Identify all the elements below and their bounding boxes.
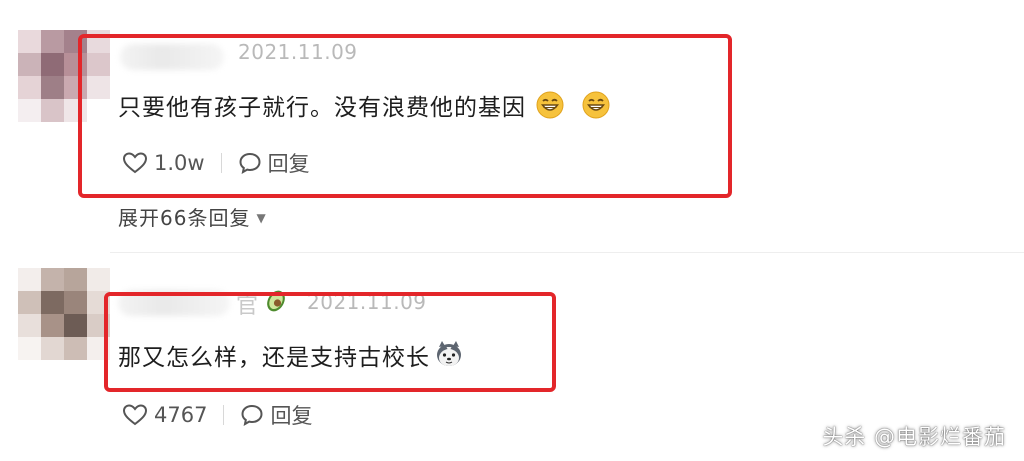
comment-actions: 4767 回复 — [122, 400, 312, 430]
like-count: 4767 — [154, 403, 208, 427]
heart-icon[interactable] — [122, 403, 148, 427]
watermark: 头杀 @电影烂番茄 — [822, 425, 1006, 449]
expand-replies-button[interactable]: 展开66条回复 ▼ — [118, 202, 267, 231]
comment-bubble-icon[interactable] — [240, 403, 264, 427]
reply-button[interactable]: 回复 — [270, 400, 312, 430]
expand-replies-label: 展开66条回复 — [118, 206, 251, 230]
divider — [223, 405, 225, 425]
highlight-box — [78, 34, 732, 198]
highlight-box — [104, 292, 556, 392]
avatar[interactable] — [18, 268, 110, 360]
separator — [110, 252, 1024, 253]
caret-down-icon: ▼ — [256, 211, 267, 225]
